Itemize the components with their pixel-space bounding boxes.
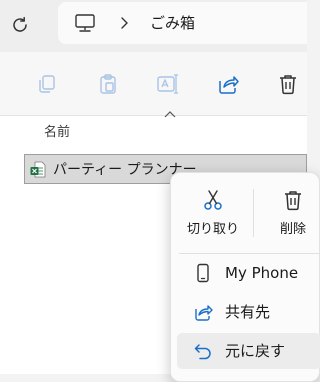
cut-button[interactable]: 切り取り bbox=[171, 173, 253, 247]
address-bar[interactable]: ごみ箱 bbox=[58, 2, 307, 44]
column-header-name[interactable]: 名前 bbox=[44, 121, 70, 140]
phone-icon bbox=[197, 263, 209, 283]
breadcrumb-current-folder[interactable]: ごみ箱 bbox=[150, 13, 195, 33]
menu-divider bbox=[179, 253, 320, 254]
paste-icon[interactable] bbox=[96, 72, 120, 96]
rename-icon[interactable] bbox=[156, 72, 180, 96]
sort-ascending-icon bbox=[164, 111, 176, 118]
delete-button[interactable]: 削除 bbox=[254, 173, 320, 247]
menu-item-share[interactable]: 共有先 bbox=[177, 294, 320, 330]
this-pc-icon[interactable] bbox=[74, 13, 96, 33]
address-bar-area: ごみ箱 bbox=[0, 0, 307, 52]
delete-icon[interactable] bbox=[276, 72, 300, 96]
menu-item-label: My Phone bbox=[225, 264, 299, 282]
menu-item-my-phone[interactable]: My Phone bbox=[177, 255, 320, 291]
cut-label: 切り取り bbox=[187, 222, 240, 237]
trash-icon bbox=[285, 191, 301, 211]
share-icon[interactable] bbox=[216, 72, 240, 96]
excel-file-icon bbox=[30, 161, 46, 178]
command-bar bbox=[0, 52, 307, 116]
undo-icon bbox=[194, 344, 211, 360]
chevron-right-icon[interactable] bbox=[119, 16, 129, 30]
menu-item-label: 共有先 bbox=[225, 303, 271, 321]
copy-icon[interactable] bbox=[35, 72, 59, 96]
delete-label: 削除 bbox=[280, 222, 307, 237]
menu-item-undo[interactable]: 元に戻す bbox=[177, 333, 320, 369]
context-menu: 切り取り 削除 My Phone 共有先 元に戻す bbox=[170, 172, 320, 382]
refresh-icon[interactable] bbox=[9, 14, 31, 36]
share-icon bbox=[195, 305, 213, 321]
scissors-icon bbox=[204, 190, 222, 210]
menu-item-label: 元に戻す bbox=[225, 342, 286, 360]
